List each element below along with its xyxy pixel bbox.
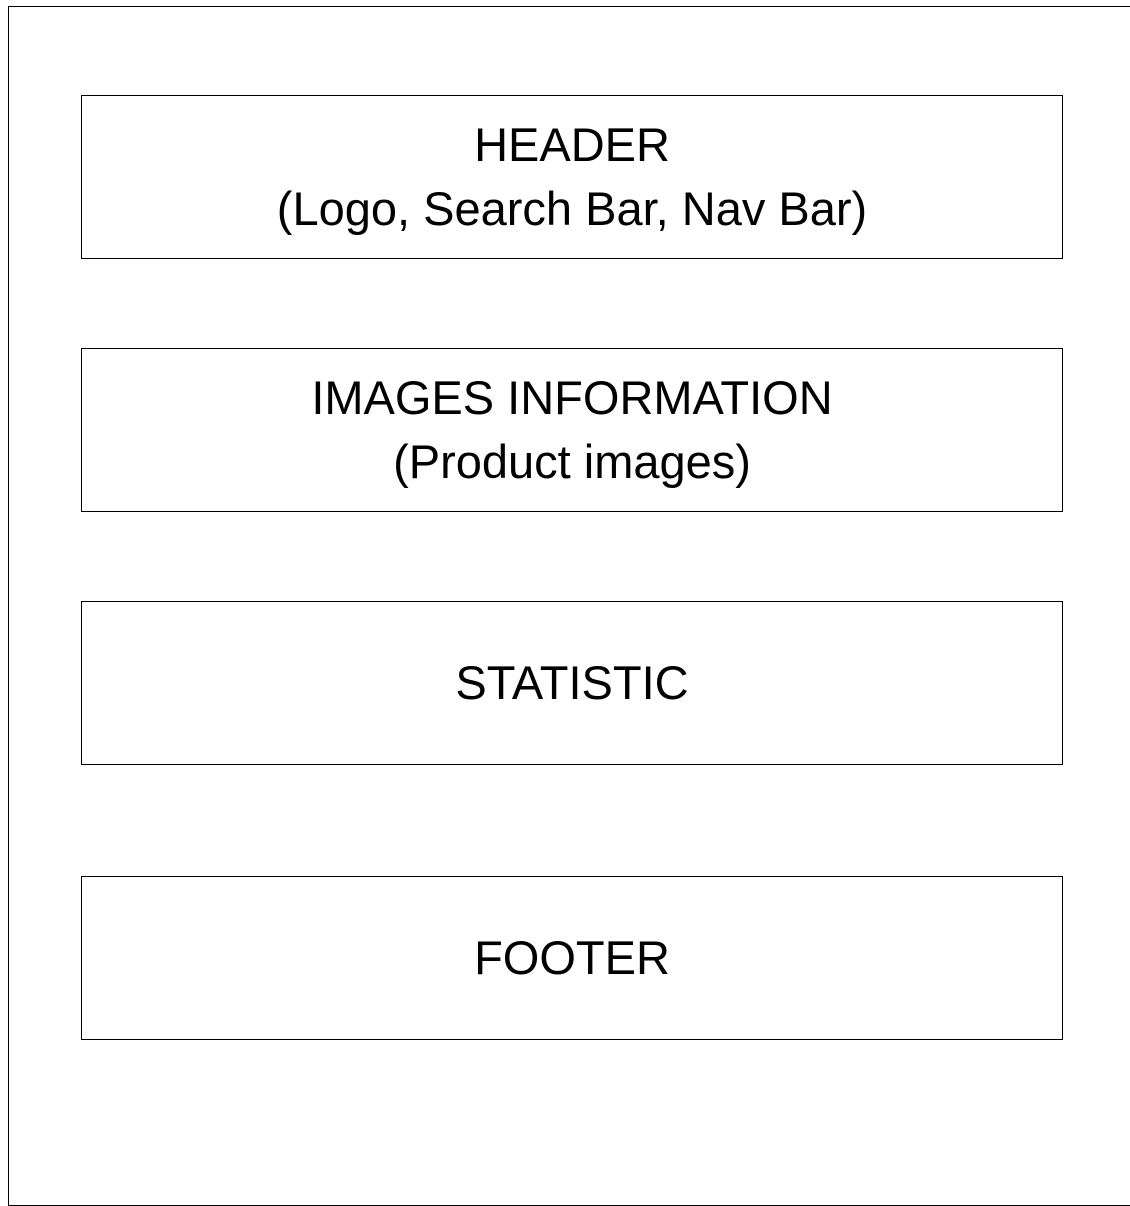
images-information-block-title: IMAGES INFORMATION <box>311 371 833 424</box>
images-information-block-subtitle: (Product images) <box>393 435 751 488</box>
statistic-block-title: STATISTIC <box>455 656 689 709</box>
footer-block: FOOTER <box>81 876 1063 1040</box>
images-information-block: IMAGES INFORMATION (Product images) <box>81 348 1063 512</box>
footer-block-title: FOOTER <box>474 931 670 984</box>
header-block-subtitle: (Logo, Search Bar, Nav Bar) <box>276 182 868 235</box>
header-block: HEADER (Logo, Search Bar, Nav Bar) <box>81 95 1063 259</box>
statistic-block: STATISTIC <box>81 601 1063 765</box>
header-block-title: HEADER <box>474 118 670 171</box>
